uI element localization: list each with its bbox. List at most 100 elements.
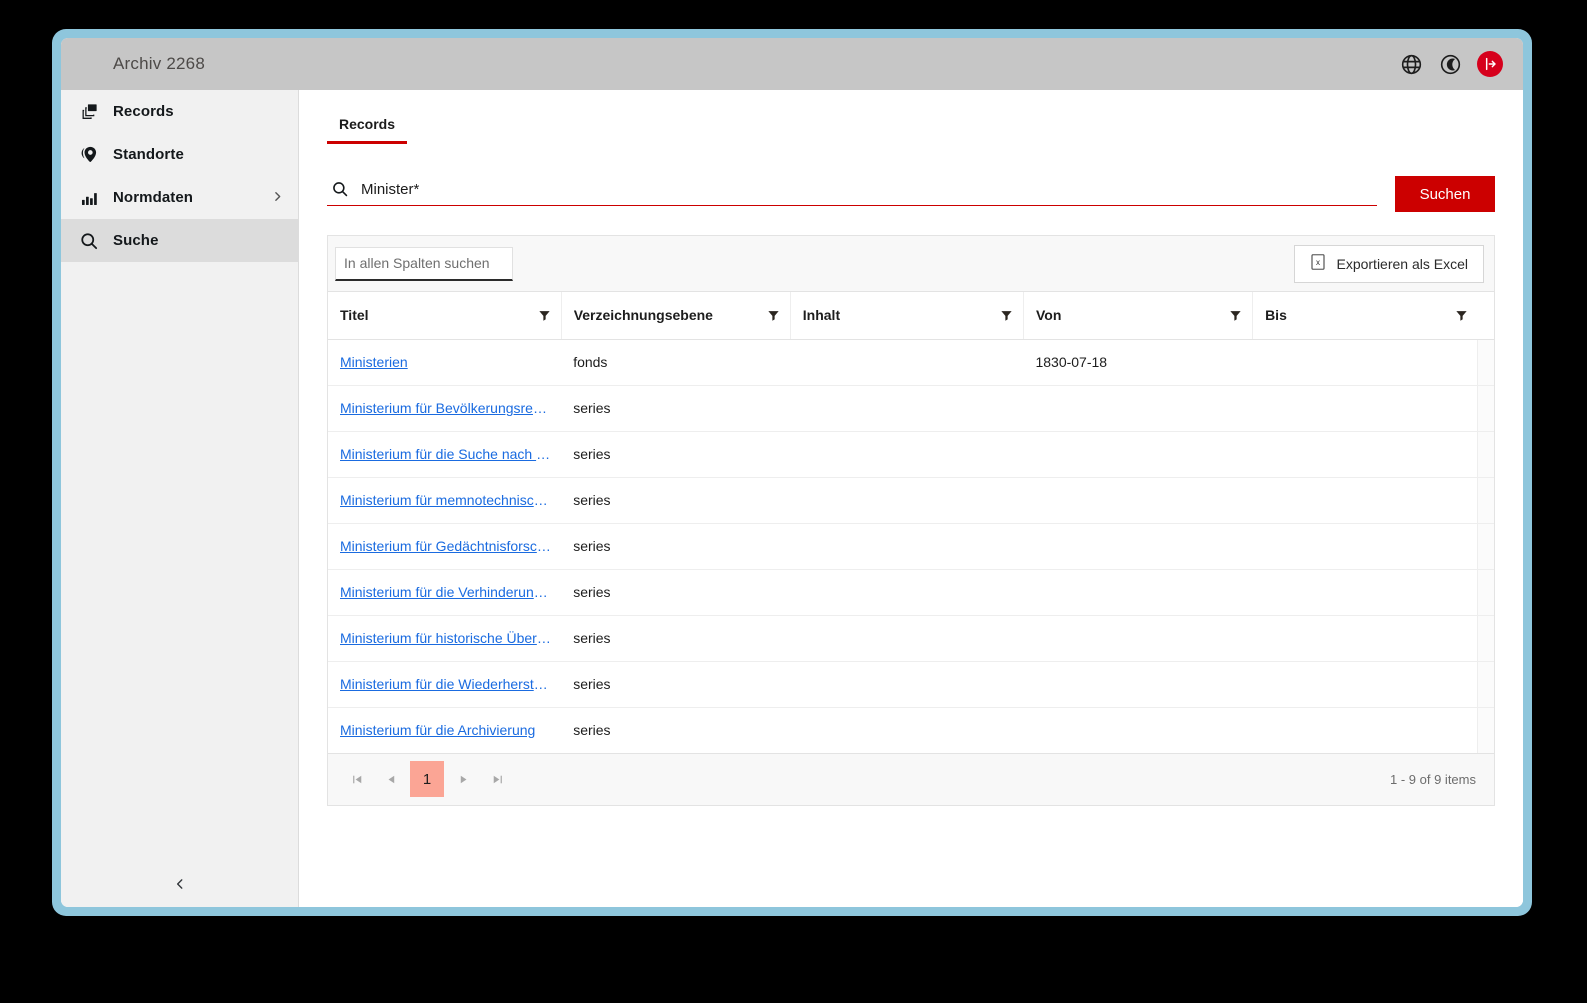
cell-bis [1253,707,1478,753]
cell-titel: Ministerien [328,339,561,385]
column-header-von[interactable]: Von [1023,292,1252,339]
cell-von [1023,523,1252,569]
excel-file-icon: x [1310,253,1326,274]
cell-inhalt [790,615,1023,661]
filter-icon[interactable] [1000,309,1013,322]
logout-icon[interactable] [1477,51,1503,77]
cell-verzeichnungsebene: series [561,385,790,431]
column-header-label: Bis [1265,307,1287,323]
sidebar-item-label: Standorte [113,146,184,163]
filter-icon[interactable] [1229,309,1242,322]
filter-icon[interactable] [1455,309,1468,322]
first-page-icon[interactable] [340,762,374,796]
search-icon [77,230,101,252]
record-link[interactable]: Ministerium für die Archivierung [340,722,535,738]
cell-von: 1830-07-18 [1023,339,1252,385]
search-icon [331,180,349,198]
tab-records[interactable]: Records [327,116,407,144]
record-link[interactable]: Ministerien [340,354,408,370]
sidebar: Records Standorte [61,90,299,907]
window-content: Archiv 2268 [61,38,1523,907]
location-pin-icon [77,144,101,166]
cell-titel: Ministerium für Gedächtnisforschung [328,523,561,569]
pagination-bar: 1 1 - 9 of 9 items [328,754,1494,805]
sidebar-item-standorte[interactable]: Standorte [61,133,298,176]
row-gutter [1478,339,1494,385]
pagination-info: 1 - 9 of 9 items [1390,772,1476,787]
sidebar-item-suche[interactable]: Suche [61,219,298,262]
cell-verzeichnungsebene: series [561,615,790,661]
search-field[interactable] [327,180,1377,206]
results-table: Titel Verzeichnungsebe [328,292,1494,754]
column-search-input[interactable] [344,255,504,271]
table-row: Ministerium für Gedächtnisforschungserie… [328,523,1494,569]
row-gutter [1478,523,1494,569]
cell-verzeichnungsebene: series [561,477,790,523]
cell-titel: Ministerium für historische Überlieferun… [328,615,561,661]
search-input[interactable] [361,181,1373,198]
cell-inhalt [790,707,1023,753]
dark-mode-icon[interactable] [1438,52,1463,77]
titlebar: Archiv 2268 [61,38,1523,90]
column-header-inhalt[interactable]: Inhalt [790,292,1023,339]
cell-titel: Ministerium für memnotechnische Verfahre… [328,477,561,523]
filter-icon[interactable] [767,309,780,322]
sidebar-collapse-button[interactable] [61,861,298,907]
cell-titel: Ministerium für die Wiederherstellung [328,661,561,707]
sidebar-item-label: Suche [113,232,159,249]
next-page-icon[interactable] [446,762,480,796]
column-search-field[interactable] [335,247,513,281]
record-link[interactable]: Ministerium für die Suche nach Vermisste… [340,446,551,462]
cell-titel: Ministerium für die Suche nach Vermisste… [328,431,561,477]
cell-verzeichnungsebene: fonds [561,339,790,385]
records-icon [77,101,101,123]
record-link[interactable]: Ministerium für Gedächtnisforschung [340,538,551,554]
svg-text:x: x [1316,258,1320,267]
grid-toolbar: x Exportieren als Excel [328,236,1494,292]
cell-inhalt [790,661,1023,707]
record-link[interactable]: Ministerium für historische Überlieferun… [340,630,551,646]
search-submit-button[interactable]: Suchen [1395,176,1495,212]
cell-bis [1253,569,1478,615]
chevron-right-icon[interactable] [271,190,284,205]
sidebar-item-records[interactable]: Records [61,90,298,133]
cell-bis [1253,431,1478,477]
table-row: Ministerium für die Suche nach Vermisste… [328,431,1494,477]
export-excel-label: Exportieren als Excel [1336,256,1468,272]
sidebar-item-label: Normdaten [113,189,193,206]
row-gutter [1478,707,1494,753]
cell-verzeichnungsebene: series [561,707,790,753]
cell-inhalt [790,477,1023,523]
column-header-label: Von [1036,307,1061,323]
column-header-bis[interactable]: Bis [1253,292,1478,339]
sidebar-spacer [61,262,298,861]
record-link[interactable]: Ministerium für memnotechnische Verfahre… [340,492,551,508]
record-link[interactable]: Ministerium für die Verhinderung des Ver… [340,584,551,600]
cell-von [1023,385,1252,431]
row-gutter [1478,431,1494,477]
page-number-1[interactable]: 1 [410,761,444,797]
language-globe-icon[interactable] [1399,52,1424,77]
tab-label: Records [339,116,395,132]
record-link[interactable]: Ministerium für Bevölkerungsregister [340,400,551,416]
export-excel-button[interactable]: x Exportieren als Excel [1294,245,1484,283]
cell-bis [1253,523,1478,569]
previous-page-icon[interactable] [374,762,408,796]
column-header-verzeichnungsebene[interactable]: Verzeichnungsebene [561,292,790,339]
row-gutter [1478,477,1494,523]
column-header-titel[interactable]: Titel [328,292,561,339]
column-header-label: Inhalt [803,307,840,323]
filter-icon[interactable] [538,309,551,322]
search-row: Suchen [327,176,1495,206]
cell-inhalt [790,339,1023,385]
cell-titel: Ministerium für Bevölkerungsregister [328,385,561,431]
record-link[interactable]: Ministerium für die Wiederherstellung [340,676,551,692]
last-page-icon[interactable] [480,762,514,796]
column-header-label: Verzeichnungsebene [574,307,713,323]
application-window: Archiv 2268 [52,29,1532,916]
sidebar-item-normdaten[interactable]: Normdaten [61,176,298,219]
cell-verzeichnungsebene: series [561,431,790,477]
row-gutter [1478,569,1494,615]
row-gutter [1478,385,1494,431]
table-row: Ministerium für historische Überlieferun… [328,615,1494,661]
